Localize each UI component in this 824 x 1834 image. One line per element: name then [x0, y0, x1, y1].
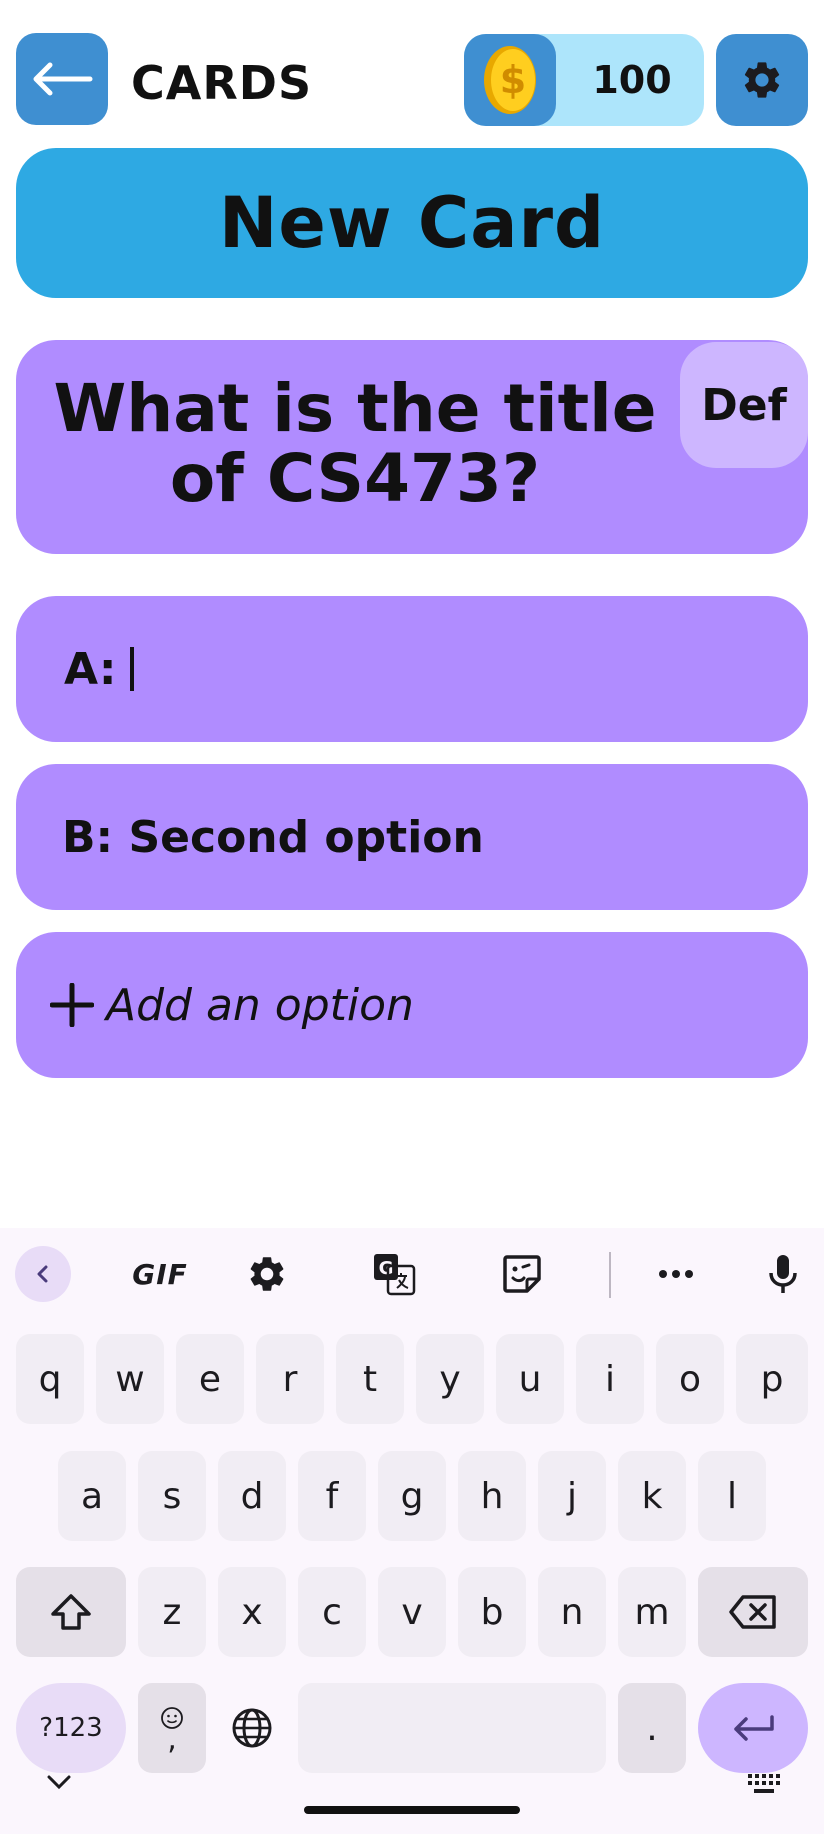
keyboard-collapse-button[interactable]	[15, 1246, 71, 1302]
add-option-button[interactable]: Add an option	[16, 932, 808, 1078]
period-key[interactable]: .	[618, 1683, 686, 1773]
comma-label: ,	[167, 1722, 177, 1757]
definition-button[interactable]: Def	[680, 342, 808, 468]
gold-coin-icon: $	[484, 46, 536, 114]
space-key[interactable]	[298, 1683, 606, 1773]
key-r[interactable]: r	[256, 1334, 324, 1424]
backspace-key[interactable]	[698, 1567, 808, 1657]
coin-count: 100	[592, 58, 672, 102]
gif-button[interactable]: GIF	[112, 1246, 208, 1302]
text-cursor	[130, 647, 135, 691]
keyboard-hide-button[interactable]	[44, 1770, 74, 1794]
option-a-input[interactable]: A:	[16, 596, 808, 742]
key-y[interactable]: y	[416, 1334, 484, 1424]
microphone-button[interactable]	[755, 1246, 811, 1302]
backspace-icon	[729, 1595, 776, 1629]
globe-icon	[232, 1708, 272, 1748]
chevron-left-icon	[37, 1265, 48, 1283]
key-d[interactable]: d	[218, 1451, 286, 1541]
toolbar-divider	[609, 1252, 611, 1298]
coin-icon-container: $	[464, 34, 556, 126]
key-j[interactable]: j	[538, 1451, 606, 1541]
key-s[interactable]: s	[138, 1451, 206, 1541]
key-u[interactable]: u	[496, 1334, 564, 1424]
keyboard-switch-button[interactable]	[746, 1772, 782, 1796]
translate-icon: G	[374, 1254, 416, 1296]
key-n[interactable]: n	[538, 1567, 606, 1657]
keyboard-icon	[748, 1774, 780, 1793]
more-icon	[659, 1270, 693, 1278]
page-title: CARDS	[131, 56, 313, 110]
add-option-label: Add an option	[106, 979, 414, 1031]
sticker-icon	[503, 1255, 541, 1293]
key-l[interactable]: l	[698, 1451, 766, 1541]
svg-text:G: G	[379, 1258, 394, 1279]
back-button[interactable]	[16, 33, 108, 125]
more-button[interactable]	[648, 1246, 704, 1302]
gif-label: GIF	[132, 1257, 188, 1291]
option-b-label: B: Second option	[62, 811, 484, 863]
gear-icon	[744, 62, 780, 98]
key-p[interactable]: p	[736, 1334, 808, 1424]
enter-icon	[734, 1715, 774, 1741]
key-c[interactable]: c	[298, 1567, 366, 1657]
translate-button[interactable]: G	[366, 1246, 422, 1302]
question-text[interactable]: What is the title of CS473?	[40, 374, 670, 514]
symbols-key[interactable]: ?123	[16, 1683, 126, 1773]
gear-icon	[250, 1257, 284, 1291]
home-indicator[interactable]	[304, 1806, 520, 1814]
new-card-button[interactable]: New Card	[16, 148, 808, 298]
key-z[interactable]: z	[138, 1567, 206, 1657]
sticker-button[interactable]	[494, 1246, 550, 1302]
plus-icon	[50, 983, 94, 1027]
key-k[interactable]: k	[618, 1451, 686, 1541]
option-a-label: A:	[64, 643, 117, 695]
key-e[interactable]: e	[176, 1334, 244, 1424]
key-w[interactable]: w	[96, 1334, 164, 1424]
key-q[interactable]: q	[16, 1334, 84, 1424]
key-h[interactable]: h	[458, 1451, 526, 1541]
shift-icon	[51, 1594, 91, 1630]
key-v[interactable]: v	[378, 1567, 446, 1657]
key-g[interactable]: g	[378, 1451, 446, 1541]
settings-button[interactable]	[716, 34, 808, 126]
key-a[interactable]: a	[58, 1451, 126, 1541]
chevron-down-icon	[47, 1775, 71, 1790]
enter-key[interactable]	[698, 1683, 808, 1773]
key-i[interactable]: i	[576, 1334, 644, 1424]
key-b[interactable]: b	[458, 1567, 526, 1657]
arrow-left-icon	[33, 62, 93, 96]
svg-text:$: $	[500, 58, 526, 102]
key-x[interactable]: x	[218, 1567, 286, 1657]
option-b-input[interactable]: B: Second option	[16, 764, 808, 910]
microphone-icon	[769, 1255, 797, 1293]
emoji-comma-key[interactable]: ,	[138, 1683, 206, 1773]
keyboard-settings-button[interactable]	[239, 1246, 295, 1302]
key-t[interactable]: t	[336, 1334, 404, 1424]
key-o[interactable]: o	[656, 1334, 724, 1424]
shift-key[interactable]	[16, 1567, 126, 1657]
language-key[interactable]	[218, 1683, 286, 1773]
key-m[interactable]: m	[618, 1567, 686, 1657]
key-f[interactable]: f	[298, 1451, 366, 1541]
